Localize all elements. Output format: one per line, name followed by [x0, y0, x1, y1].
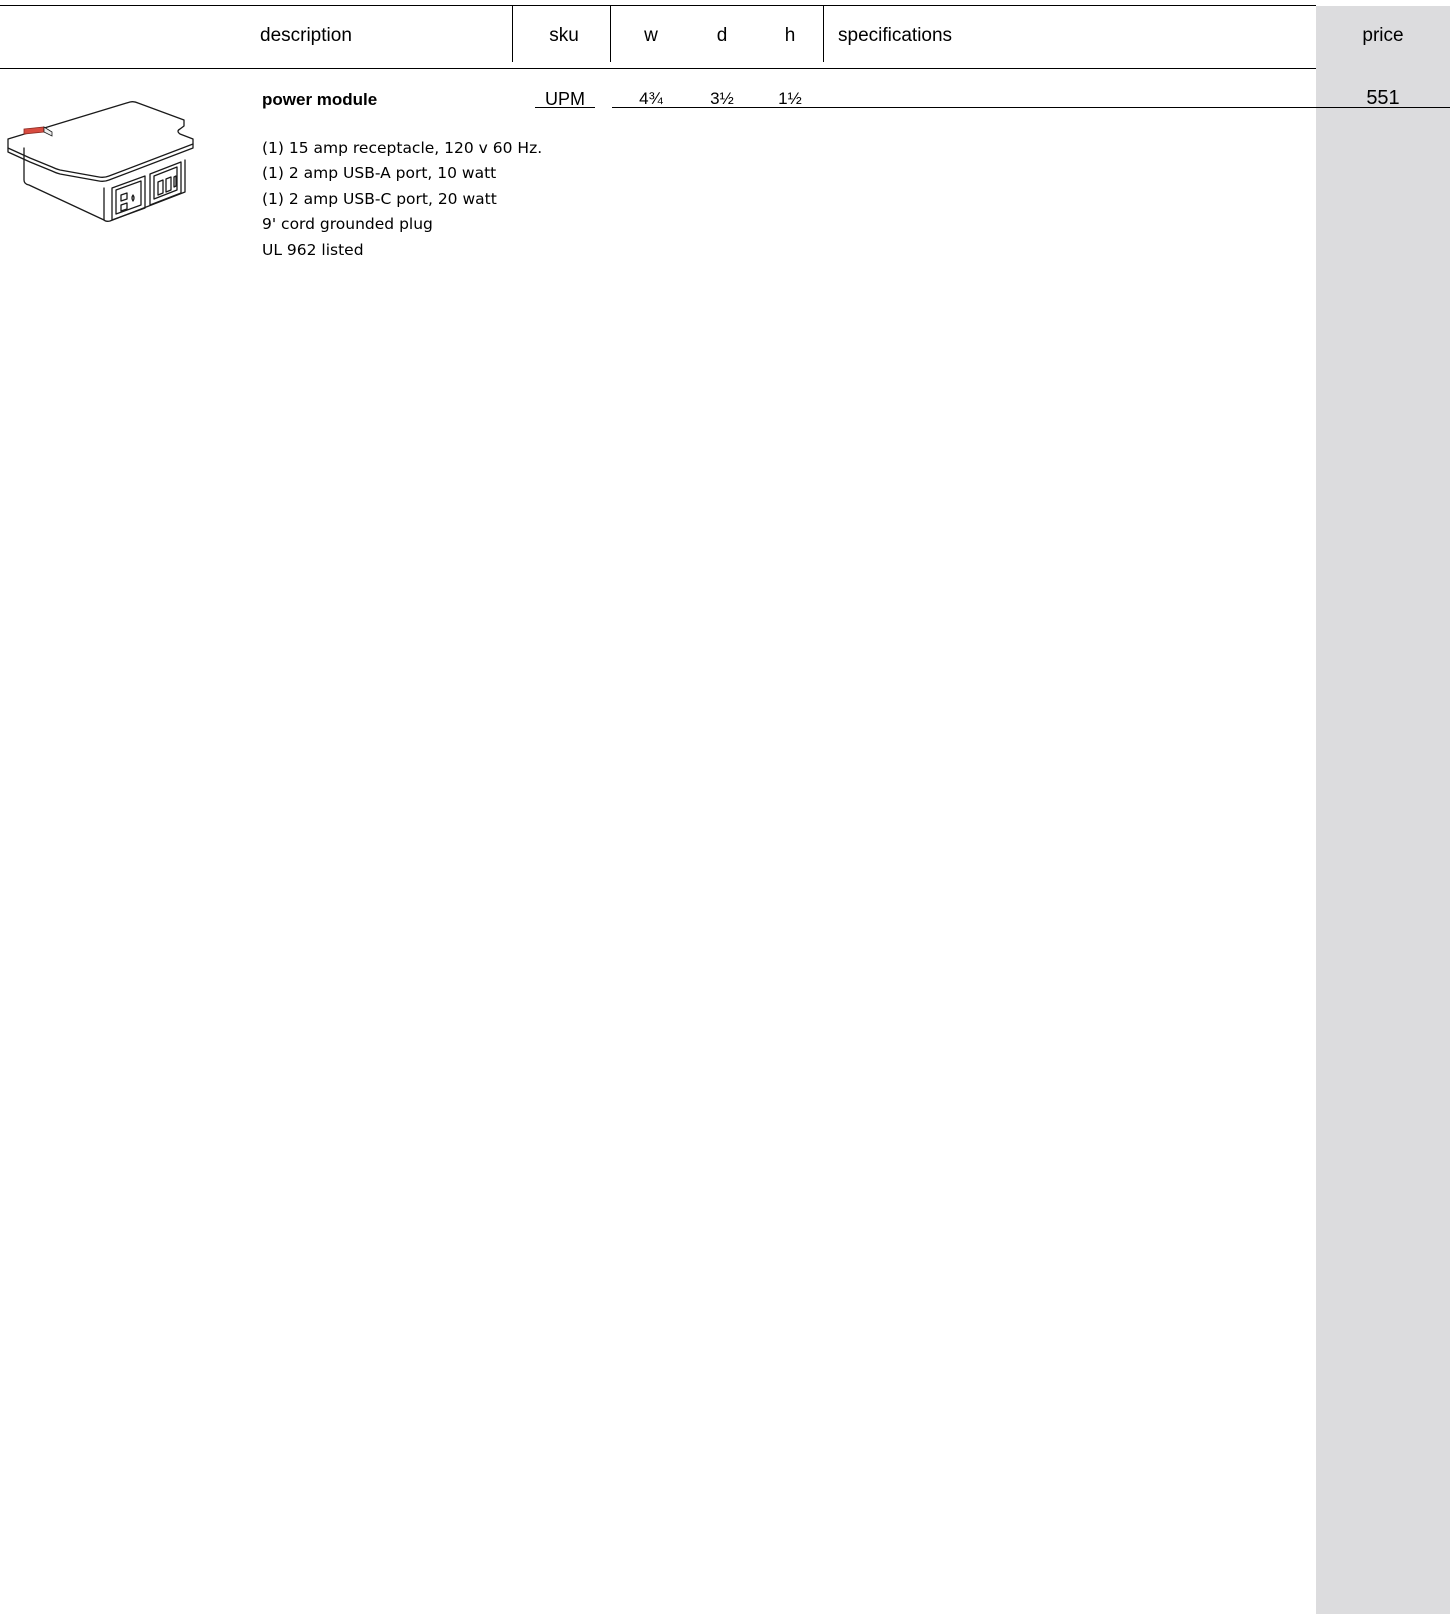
- product-details: (1) 15 amp receptacle, 120 v 60 Hz. (1) …: [262, 136, 542, 263]
- detail-line: (1) 2 amp USB-C port, 20 watt: [262, 189, 497, 208]
- header-description: description: [260, 25, 352, 46]
- product-price: 551: [1366, 87, 1400, 109]
- header-h: h: [784, 25, 796, 46]
- header-bottom-rule: [0, 68, 1316, 69]
- header-sku: sku: [549, 25, 579, 46]
- header-top-rule: [0, 5, 1316, 6]
- header-w: w: [644, 25, 658, 46]
- price-column-band: [1316, 6, 1450, 1614]
- header-divider-dims: [610, 5, 611, 62]
- detail-line: 9' cord grounded plug: [262, 215, 433, 234]
- product-name: power module: [262, 90, 378, 109]
- header-price: price: [1362, 25, 1404, 46]
- power-module-drawing-icon: [7, 101, 194, 222]
- header-divider-sku: [512, 5, 513, 62]
- header-divider-specs: [823, 5, 824, 62]
- header-specifications: specifications: [838, 25, 953, 46]
- header-d: d: [716, 25, 728, 46]
- sku-underline: [535, 107, 595, 108]
- detail-line: (1) 15 amp receptacle, 120 v 60 Hz.: [262, 139, 543, 157]
- detail-line: UL 962 listed: [262, 240, 364, 259]
- detail-line: (1) 2 amp USB-A port, 10 watt: [262, 164, 497, 183]
